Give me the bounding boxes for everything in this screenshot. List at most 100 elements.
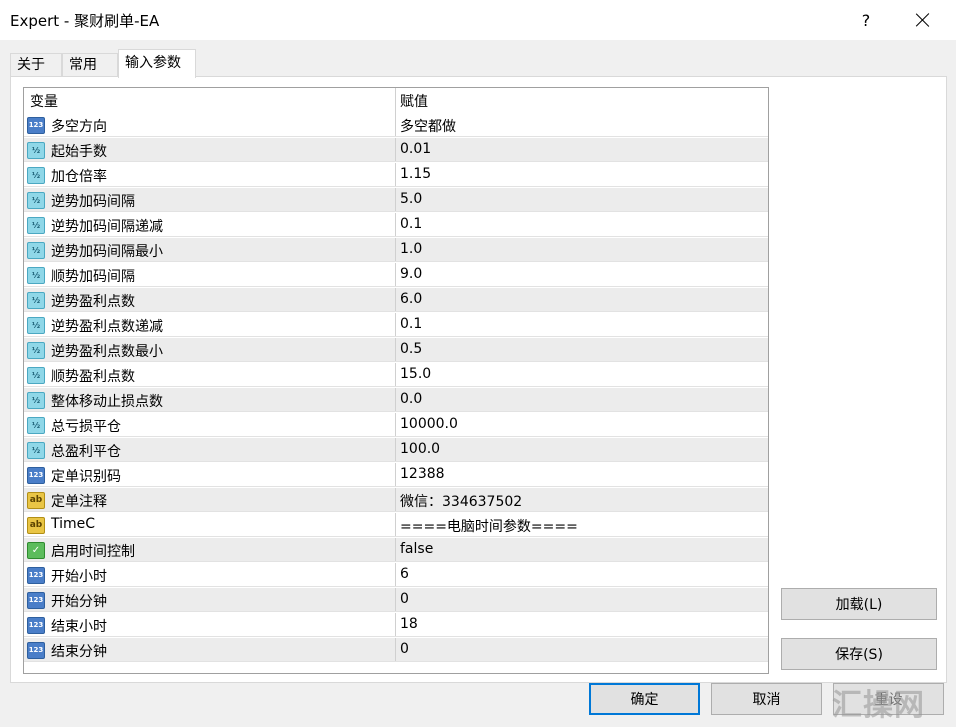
save-button[interactable]: 保存(S) [781, 638, 937, 670]
table-row[interactable]: 123 结束分钟 0 [24, 638, 768, 663]
parameter-name: 开始分钟 [51, 594, 107, 610]
column-divider [395, 163, 396, 187]
parameter-value[interactable]: 0.0 [400, 391, 422, 407]
column-divider [395, 538, 396, 562]
cancel-button[interactable]: 取消 [711, 683, 822, 715]
parameter-name: 起始手数 [51, 144, 107, 160]
table-row[interactable]: ½ 逆势加码间隔递减 0.1 [24, 213, 768, 238]
parameter-name: 逆势加码间隔 [51, 194, 135, 210]
parameter-value[interactable]: 12388 [400, 466, 445, 482]
double-icon: ½ [27, 417, 45, 434]
help-button[interactable]: ? [843, 0, 889, 40]
double-icon: ½ [27, 242, 45, 259]
column-divider [395, 488, 396, 512]
parameter-value[interactable]: 0.1 [400, 316, 422, 332]
parameter-value[interactable]: 18 [400, 616, 418, 632]
tab-about[interactable]: 关于 [10, 53, 62, 77]
parameter-value[interactable]: 6.0 [400, 291, 422, 307]
parameter-name: 逆势盈利点数最小 [51, 344, 163, 360]
parameter-name: 定单识别码 [51, 469, 121, 485]
parameter-value[interactable]: 1.15 [400, 166, 431, 182]
help-icon: ? [861, 10, 871, 30]
parameter-value[interactable]: ====电脑时间参数==== [400, 516, 578, 536]
column-divider [395, 588, 396, 612]
close-icon [916, 13, 930, 27]
parameter-value[interactable]: 0.5 [400, 341, 422, 357]
parameter-value[interactable]: 1.0 [400, 241, 422, 257]
column-divider [395, 288, 396, 312]
double-icon: ½ [27, 392, 45, 409]
table-row[interactable]: ✓ 启用时间控制 false [24, 538, 768, 563]
column-divider [395, 138, 396, 162]
double-icon: ½ [27, 217, 45, 234]
table-row[interactable]: ½ 逆势加码间隔最小 1.0 [24, 238, 768, 263]
table-row[interactable]: 123 开始分钟 0 [24, 588, 768, 613]
table-row[interactable]: ½ 顺势加码间隔 9.0 [24, 263, 768, 288]
column-divider[interactable] [395, 88, 396, 113]
header-variable[interactable]: 变量 [30, 91, 58, 111]
parameter-value[interactable]: 100.0 [400, 441, 440, 457]
column-divider [395, 613, 396, 637]
table-row[interactable]: ab TimeC ====电脑时间参数==== [24, 513, 768, 538]
parameter-value[interactable]: 9.0 [400, 266, 422, 282]
table-row[interactable]: ½ 逆势盈利点数 6.0 [24, 288, 768, 313]
parameter-value[interactable]: 0 [400, 641, 409, 657]
column-divider [395, 263, 396, 287]
parameter-name: 总亏损平仓 [51, 419, 121, 435]
column-divider [395, 563, 396, 587]
tab-common[interactable]: 常用 [62, 53, 118, 77]
reset-button[interactable]: 重设 [833, 683, 944, 715]
table-row[interactable]: ½ 总亏损平仓 10000.0 [24, 413, 768, 438]
table-row[interactable]: ½ 整体移动止损点数 0.0 [24, 388, 768, 413]
parameter-value[interactable]: 0 [400, 591, 409, 607]
parameter-value[interactable]: 0.1 [400, 216, 422, 232]
table-row[interactable]: 123 多空方向 多空都做 [24, 113, 768, 138]
ok-button[interactable]: 确定 [589, 683, 700, 715]
parameter-name: 加仓倍率 [51, 169, 107, 185]
int-icon: 123 [27, 467, 45, 484]
parameter-value[interactable]: 10000.0 [400, 416, 458, 432]
table-row[interactable]: ½ 顺势盈利点数 15.0 [24, 363, 768, 388]
table-row[interactable]: ab 定单注释 微信：334637502 [24, 488, 768, 513]
table-row[interactable]: 123 定单识别码 12388 [24, 463, 768, 488]
header-value[interactable]: 赋值 [400, 91, 428, 111]
close-button[interactable] [900, 0, 946, 40]
double-icon: ½ [27, 167, 45, 184]
table-row[interactable]: ½ 逆势盈利点数递减 0.1 [24, 313, 768, 338]
table-row[interactable]: ½ 逆势盈利点数最小 0.5 [24, 338, 768, 363]
int-icon: 123 [27, 617, 45, 634]
parameter-value[interactable]: 多空都做 [400, 116, 456, 136]
parameter-name: 逆势加码间隔递减 [51, 219, 163, 235]
double-icon: ½ [27, 317, 45, 334]
parameter-name: 整体移动止损点数 [51, 394, 163, 410]
parameter-value[interactable]: 6 [400, 566, 409, 582]
double-icon: ½ [27, 192, 45, 209]
tab-inputs[interactable]: 输入参数 [118, 49, 196, 78]
string-icon: ab [27, 517, 45, 534]
load-button[interactable]: 加载(L) [781, 588, 937, 620]
parameter-value[interactable]: 微信：334637502 [400, 491, 522, 511]
parameter-value[interactable]: 0.01 [400, 141, 431, 157]
parameter-name: TimeC [51, 516, 96, 532]
parameter-value[interactable]: 5.0 [400, 191, 422, 207]
parameter-value[interactable]: false [400, 541, 433, 557]
table-row[interactable]: 123 结束小时 18 [24, 613, 768, 638]
parameter-name: 结束小时 [51, 619, 107, 635]
column-divider [395, 513, 396, 537]
parameter-name: 顺势盈利点数 [51, 369, 135, 385]
parameter-value[interactable]: 15.0 [400, 366, 431, 382]
column-divider [395, 313, 396, 337]
string-icon: ab [27, 492, 45, 509]
parameter-name: 开始小时 [51, 569, 107, 585]
table-row[interactable]: ½ 逆势加码间隔 5.0 [24, 188, 768, 213]
table-row[interactable]: ½ 加仓倍率 1.15 [24, 163, 768, 188]
parameter-name: 定单注释 [51, 494, 107, 510]
parameter-name: 多空方向 [51, 119, 107, 135]
column-divider [395, 338, 396, 362]
parameters-grid[interactable]: 变量 赋值 123 多空方向 多空都做 ½ 起始手数 0.01 ½ 加仓倍率 1.15 ½ 逆势加码… [23, 87, 769, 674]
parameter-name: 顺势加码间隔 [51, 269, 135, 285]
table-row[interactable]: ½ 总盈利平仓 100.0 [24, 438, 768, 463]
table-row[interactable]: 123 开始小时 6 [24, 563, 768, 588]
table-row[interactable]: ½ 起始手数 0.01 [24, 138, 768, 163]
grid-header: 变量 赋值 [24, 88, 768, 113]
